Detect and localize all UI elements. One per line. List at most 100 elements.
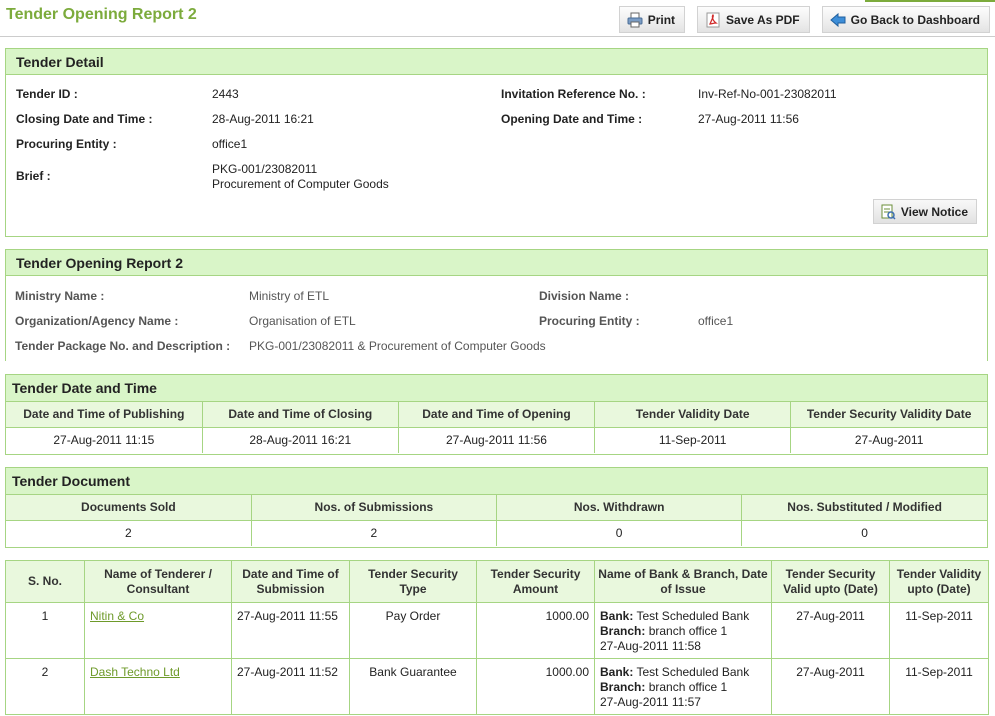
issue-date: 27-Aug-2011 11:57 xyxy=(600,695,701,709)
table-header-cell: Nos. of Submissions xyxy=(251,495,498,521)
bank-name: Test Scheduled Bank xyxy=(636,665,750,679)
procuring-entity-value: office1 xyxy=(212,137,248,151)
opening-label: Opening Date and Time : xyxy=(501,112,643,126)
division-label: Division Name : xyxy=(539,289,630,303)
brief-line-1: PKG-001/23082011 xyxy=(212,162,318,176)
submission-cell: 27-Aug-2011 11:52 xyxy=(231,658,350,715)
document-panel: Tender Document Documents Sold Nos. of S… xyxy=(5,467,988,548)
table-header-cell: Tender Validity Date xyxy=(594,402,792,428)
table-row: 1 Nitin & Co 27-Aug-2011 11:55 Pay Order… xyxy=(5,602,989,659)
date-time-panel: Tender Date and Time Date and Time of Pu… xyxy=(5,374,988,455)
security-amount-cell: 1000.00 xyxy=(476,658,595,715)
table-header-cell: Nos. Substituted / Modified xyxy=(741,495,987,521)
header-divider xyxy=(0,36,995,37)
view-notice-label: View Notice xyxy=(900,204,968,219)
tenderer-cell: Dash Techno Ltd xyxy=(84,658,232,715)
tender-id-value: 2443 xyxy=(212,87,239,101)
organization-label: Organization/Agency Name : xyxy=(15,314,179,328)
validity-cell: 11-Sep-2011 xyxy=(889,658,989,715)
tenderer-link[interactable]: Dash Techno Ltd xyxy=(90,665,180,679)
bank-line: Bank: Test Scheduled Bank xyxy=(600,665,766,680)
security-valid-header: Tender Security Valid upto (Date) xyxy=(771,560,890,603)
branch-name: branch office 1 xyxy=(648,680,728,694)
brief-label: Brief : xyxy=(16,169,51,183)
security-amount-header: Tender Security Amount xyxy=(476,560,595,603)
bank-line: Bank: Test Scheduled Bank xyxy=(600,609,766,624)
bank-name: Test Scheduled Bank xyxy=(636,609,750,623)
sno-header: S. No. xyxy=(5,560,85,603)
date-time-table: Date and Time of Publishing Date and Tim… xyxy=(6,402,987,453)
ministry-label: Ministry Name : xyxy=(15,289,105,303)
table-cell: 28-Aug-2011 16:21 xyxy=(202,427,399,453)
table-header-row: S. No. Name of Tenderer / Consultant Dat… xyxy=(5,560,989,603)
table-row: 27-Aug-2011 11:15 28-Aug-2011 16:21 27-A… xyxy=(6,427,987,453)
table-header-cell: Date and Time of Opening xyxy=(398,402,596,428)
tender-detail-heading: Tender Detail xyxy=(6,49,987,75)
table-header-cell: Date and Time of Publishing xyxy=(6,402,203,428)
save-as-pdf-button[interactable]: Save As PDF xyxy=(697,6,810,33)
sno-cell: 2 xyxy=(5,658,85,715)
table-cell: 27-Aug-2011 xyxy=(854,433,924,448)
report-procuring-entity-value: office1 xyxy=(698,314,734,328)
table-cell: 0 xyxy=(861,526,868,541)
view-notice-button[interactable]: View Notice xyxy=(872,199,977,224)
tenderer-header: Name of Tenderer / Consultant xyxy=(84,560,232,603)
table-header-cell: Nos. Withdrawn xyxy=(496,495,743,521)
sno-cell: 1 xyxy=(5,602,85,659)
save-as-pdf-label: Save As PDF xyxy=(726,12,800,27)
security-amount-cell: 1000.00 xyxy=(476,602,595,659)
table-row: 2 Dash Techno Ltd 27-Aug-2011 11:52 Bank… xyxy=(5,658,989,715)
opening-value: 27-Aug-2011 11:56 xyxy=(698,112,799,126)
document-view-icon xyxy=(880,204,896,220)
go-back-dashboard-button[interactable]: Go Back to Dashboard xyxy=(821,6,990,33)
bank-cell: Bank: Test Scheduled Bank Branch: branch… xyxy=(594,658,772,715)
table-header-row: Documents Sold Nos. of Submissions Nos. … xyxy=(6,495,987,521)
organization-value: Organisation of ETL xyxy=(249,314,356,328)
document-heading: Tender Document xyxy=(6,468,987,495)
table-cell: 2 xyxy=(6,520,252,546)
table-row: 2 2 0 0 xyxy=(6,520,987,546)
invitation-ref-value: Inv-Ref-No-001-23082011 xyxy=(698,87,837,101)
bids-table: S. No. Name of Tenderer / Consultant Dat… xyxy=(5,560,989,715)
closing-value: 28-Aug-2011 16:21 xyxy=(212,112,314,126)
tender-detail-panel: Tender Detail Tender ID : 2443 Invitatio… xyxy=(5,48,988,237)
header-toolbar: Print Save As PDF Go Back to Dashboard xyxy=(618,6,990,33)
validity-header: Tender Validity upto (Date) xyxy=(889,560,989,603)
branch-line: Branch: branch office 1 xyxy=(600,680,766,695)
print-label: Print xyxy=(647,12,676,27)
bank-header: Name of Bank & Branch, Date of Issue xyxy=(594,560,772,603)
opening-report-panel: Tender Opening Report 2 Ministry Name : … xyxy=(5,249,988,361)
closing-label: Closing Date and Time : xyxy=(16,112,153,126)
validity-cell: 11-Sep-2011 xyxy=(889,602,989,659)
procuring-entity-label: Procuring Entity : xyxy=(16,137,117,151)
tenderer-link[interactable]: Nitin & Co xyxy=(90,609,144,623)
issue-date: 27-Aug-2011 11:58 xyxy=(600,639,701,653)
security-type-cell: Bank Guarantee xyxy=(349,658,477,715)
table-header-cell: Documents Sold xyxy=(6,495,252,521)
ministry-value: Ministry of ETL xyxy=(249,289,330,303)
printer-icon xyxy=(627,12,643,28)
submission-header: Date and Time of Submission xyxy=(231,560,350,603)
table-cell: 27-Aug-2011 11:56 xyxy=(398,427,596,453)
pdf-icon xyxy=(705,12,721,28)
table-header-row: Date and Time of Publishing Date and Tim… xyxy=(6,402,987,428)
bank-cell: Bank: Test Scheduled Bank Branch: branch… xyxy=(594,602,772,659)
report-procuring-entity-label: Procuring Entity : xyxy=(539,314,640,328)
page-title: Tender Opening Report 2 xyxy=(6,6,197,23)
table-cell: 27-Aug-2011 11:15 xyxy=(6,427,203,453)
bank-prefix: Bank: xyxy=(600,609,634,623)
date-time-heading: Tender Date and Time xyxy=(6,375,987,402)
document-table: Documents Sold Nos. of Submissions Nos. … xyxy=(6,495,987,546)
submission-cell: 27-Aug-2011 11:55 xyxy=(231,602,350,659)
bank-prefix: Bank: xyxy=(600,665,634,679)
package-value: PKG-001/23082011 & Procurement of Comput… xyxy=(249,339,546,353)
print-button[interactable]: Print xyxy=(618,6,686,33)
opening-report-heading: Tender Opening Report 2 xyxy=(6,250,987,276)
package-label: Tender Package No. and Description : xyxy=(15,339,231,353)
security-type-header: Tender Security Type xyxy=(349,560,477,603)
security-valid-cell: 27-Aug-2011 xyxy=(771,658,890,715)
branch-name: branch office 1 xyxy=(648,624,728,638)
go-back-dashboard-label: Go Back to Dashboard xyxy=(850,12,980,27)
branch-line: Branch: branch office 1 xyxy=(600,624,766,639)
bids-section: S. No. Name of Tenderer / Consultant Dat… xyxy=(5,560,989,715)
